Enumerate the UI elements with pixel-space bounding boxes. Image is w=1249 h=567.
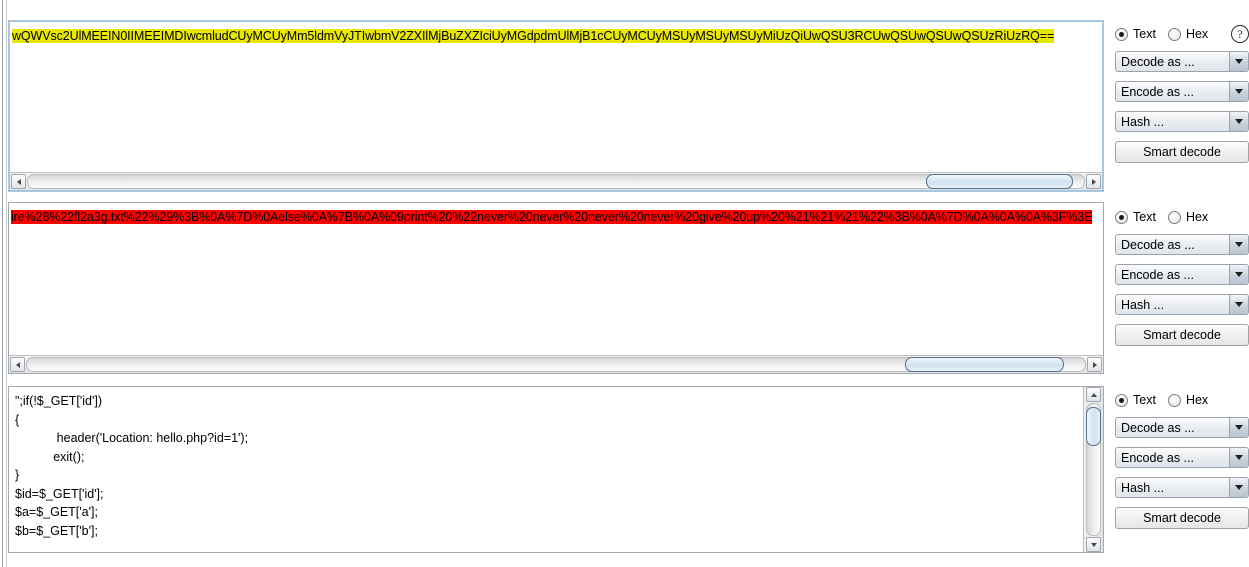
radio-text-label-1: Text xyxy=(1133,27,1156,41)
vertical-scrollbar-3[interactable] xyxy=(1083,387,1103,552)
scroll-track-1[interactable] xyxy=(27,174,1085,189)
decode-as-dropdown-1[interactable]: Decode as ... xyxy=(1115,51,1249,72)
hash-dropdown-3[interactable]: Hash ... xyxy=(1115,477,1249,498)
scroll-right-button-2[interactable] xyxy=(1087,357,1102,372)
code-line: { xyxy=(15,412,20,427)
decoder-input-1-line: wQWVsc2UlMEEIN0IIMEEIMDIwcmludCUyMCUyMm5… xyxy=(12,26,1102,46)
encode-as-dropdown-2[interactable]: Encode as ... xyxy=(1115,264,1249,285)
hash-dropdown-1[interactable]: Hash ... xyxy=(1115,111,1249,132)
format-radio-group-2: Text Hex xyxy=(1115,209,1249,225)
encoded-text-highlight: wQWVsc2UlMEEIN0IIMEEIMDIwcmludCUyMCUyMm5… xyxy=(12,29,1055,43)
decoder-input-3-content[interactable]: ";if(!$_GET['id']) { header('Location: h… xyxy=(9,387,1083,552)
window-left-edge xyxy=(0,0,7,567)
help-icon[interactable]: ? xyxy=(1231,25,1249,43)
scroll-left-button-1[interactable] xyxy=(11,174,26,189)
decode-as-label-2: Decode as ... xyxy=(1121,237,1195,252)
code-line: exit(); xyxy=(15,449,85,464)
code-line: } xyxy=(15,468,20,482)
encode-as-label-3: Encode as ... xyxy=(1121,450,1194,465)
scroll-left-button-2[interactable] xyxy=(10,357,25,372)
decoder-input-2-line: ire%28%22fl2a3g.txt%22%29%3B%0A%7D%0Aels… xyxy=(11,207,1103,227)
radio-text-2[interactable] xyxy=(1115,210,1128,224)
chevron-down-icon[interactable] xyxy=(1229,418,1248,437)
decoder-input-3[interactable]: ";if(!$_GET['id']) { header('Location: h… xyxy=(8,386,1104,553)
encode-as-dropdown-1[interactable]: Encode as ... xyxy=(1115,81,1249,102)
chevron-down-icon[interactable] xyxy=(1229,112,1248,131)
decoder-input-1-content[interactable]: wQWVsc2UlMEEIN0IIMEEIMDIwcmludCUyMCUyMm5… xyxy=(10,22,1102,172)
arrow-down-icon xyxy=(1090,542,1097,547)
radio-text-1[interactable] xyxy=(1115,27,1128,41)
encode-as-label-1: Encode as ... xyxy=(1121,84,1194,99)
chevron-down-icon[interactable] xyxy=(1229,265,1248,284)
chevron-down-icon[interactable] xyxy=(1229,82,1248,101)
decode-as-dropdown-2[interactable]: Decode as ... xyxy=(1115,234,1249,255)
code-line: $id=$_GET['id']; xyxy=(15,486,104,501)
code-line: $a=$_GET['a']; xyxy=(15,505,98,519)
encode-as-dropdown-3[interactable]: Encode as ... xyxy=(1115,447,1249,468)
radio-text-label-3: Text xyxy=(1133,393,1156,407)
smart-decode-button-3[interactable]: Smart decode xyxy=(1115,507,1249,529)
radio-hex-label-3: Hex xyxy=(1185,393,1209,407)
arrow-left-icon xyxy=(15,361,20,368)
hash-label-2: Hash ... xyxy=(1121,297,1165,312)
radio-text-3[interactable] xyxy=(1115,393,1128,407)
decoder-window: wQWVsc2UlMEEIN0IIMEEIMDIwcmludCUyMCUyMm5… xyxy=(0,0,1249,567)
format-radio-group-1: Text Hex ? xyxy=(1115,25,1249,43)
smart-decode-button-1[interactable]: Smart decode xyxy=(1115,141,1249,163)
decoder-input-2-content[interactable]: ire%28%22fl2a3g.txt%22%29%3B%0A%7D%0Aels… xyxy=(9,203,1103,355)
hash-dropdown-2[interactable]: Hash ... xyxy=(1115,294,1249,315)
php-code-block: ";if(!$_GET['id']) { header('Location: h… xyxy=(15,392,1079,540)
scroll-track-3[interactable] xyxy=(1086,403,1101,536)
decoder-panel-1: wQWVsc2UlMEEIN0IIMEEIMDIwcmludCUyMCUyMm5… xyxy=(8,20,1249,192)
chevron-down-icon[interactable] xyxy=(1229,478,1248,497)
scroll-down-button-3[interactable] xyxy=(1086,537,1101,552)
scroll-thumb-3[interactable] xyxy=(1086,406,1101,446)
code-line: header('Location: hello.php?id=1'); xyxy=(15,431,249,445)
horizontal-scrollbar-2[interactable] xyxy=(9,355,1103,373)
scroll-thumb-2[interactable] xyxy=(905,357,1064,372)
arrow-right-icon xyxy=(1092,361,1097,368)
radio-text-label-2: Text xyxy=(1133,210,1156,224)
window-left-edge-line xyxy=(2,0,3,567)
chevron-down-icon[interactable] xyxy=(1229,448,1248,467)
decoder-panel-3: ";if(!$_GET['id']) { header('Location: h… xyxy=(8,386,1249,556)
decoder-controls-3: Text Hex Decode as ... Encode as ... Has… xyxy=(1115,386,1249,529)
smart-decode-button-2[interactable]: Smart decode xyxy=(1115,324,1249,346)
radio-hex-3[interactable] xyxy=(1167,393,1181,407)
chevron-down-icon[interactable] xyxy=(1229,295,1248,314)
code-line: $b=$_GET['b']; xyxy=(15,523,98,538)
decoder-controls-1: Text Hex ? Decode as ... Encode as ... H… xyxy=(1115,20,1249,163)
decoder-panel-2: ire%28%22fl2a3g.txt%22%29%3B%0A%7D%0Aels… xyxy=(8,202,1249,374)
radio-hex-2[interactable] xyxy=(1167,210,1181,224)
decode-as-label-3: Decode as ... xyxy=(1121,420,1195,435)
decoder-controls-2: Text Hex Decode as ... Encode as ... Has… xyxy=(1115,202,1249,346)
chevron-down-icon[interactable] xyxy=(1229,235,1248,254)
scroll-track-2[interactable] xyxy=(26,357,1086,372)
arrow-right-icon xyxy=(1091,178,1096,185)
code-line: ";if(!$_GET['id']) xyxy=(15,394,103,408)
radio-hex-label-1: Hex xyxy=(1185,27,1209,41)
decoder-input-1[interactable]: wQWVsc2UlMEEIN0IIMEEIMDIwcmludCUyMCUyMm5… xyxy=(8,20,1104,192)
format-radio-group-3: Text Hex xyxy=(1115,392,1249,408)
hash-label-1: Hash ... xyxy=(1121,114,1165,129)
hash-label-3: Hash ... xyxy=(1121,480,1165,495)
radio-hex-label-2: Hex xyxy=(1185,210,1209,224)
radio-hex-1[interactable] xyxy=(1167,27,1181,41)
arrow-up-icon xyxy=(1090,392,1097,397)
horizontal-scrollbar-1[interactable] xyxy=(10,172,1102,190)
chevron-down-icon[interactable] xyxy=(1229,52,1248,71)
encode-as-label-2: Encode as ... xyxy=(1121,267,1194,282)
decoder-input-2[interactable]: ire%28%22fl2a3g.txt%22%29%3B%0A%7D%0Aels… xyxy=(8,202,1104,374)
decode-as-dropdown-3[interactable]: Decode as ... xyxy=(1115,417,1249,438)
decode-as-label-1: Decode as ... xyxy=(1121,54,1195,69)
scroll-up-button-3[interactable] xyxy=(1086,387,1101,402)
arrow-left-icon xyxy=(16,178,21,185)
url-encoded-text-highlight: ire%28%22fl2a3g.txt%22%29%3B%0A%7D%0Aels… xyxy=(11,210,1093,224)
scroll-thumb-1[interactable] xyxy=(925,174,1074,189)
scroll-right-button-1[interactable] xyxy=(1086,174,1101,189)
